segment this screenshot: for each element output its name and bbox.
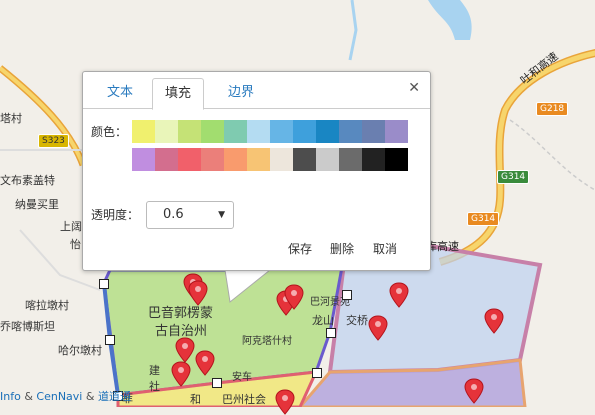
- color-swatch[interactable]: [178, 120, 201, 143]
- color-swatch[interactable]: [247, 120, 270, 143]
- chevron-down-icon: ▼: [218, 210, 225, 220]
- polygon-vertex-handle[interactable]: [342, 290, 352, 300]
- color-swatch[interactable]: [362, 120, 385, 143]
- location-pin-icon[interactable]: [484, 308, 504, 334]
- location-pin-icon[interactable]: [195, 350, 215, 376]
- color-swatch[interactable]: [132, 120, 155, 143]
- attribution-cennavi-link[interactable]: CenNavi: [36, 390, 82, 403]
- color-swatch[interactable]: [339, 148, 362, 171]
- label-jian: 建: [149, 364, 160, 377]
- shield-g314-b: G314: [467, 212, 500, 226]
- label-she: 社: [149, 380, 160, 393]
- color-swatch[interactable]: [385, 120, 408, 143]
- color-swatch[interactable]: [270, 120, 293, 143]
- color-swatch[interactable]: [155, 148, 178, 171]
- color-swatch[interactable]: [224, 120, 247, 143]
- color-swatch[interactable]: [201, 120, 224, 143]
- color-swatch[interactable]: [362, 148, 385, 171]
- color-swatch[interactable]: [178, 148, 201, 171]
- map-attribution: Info & CenNavi & 道道通: [0, 388, 131, 404]
- label-longshan: 龙山: [312, 314, 334, 327]
- color-swatch[interactable]: [247, 148, 270, 171]
- location-pin-icon[interactable]: [275, 389, 295, 415]
- polygon-vertex-handle[interactable]: [326, 328, 336, 338]
- color-swatch[interactable]: [316, 148, 339, 171]
- color-swatch[interactable]: [339, 120, 362, 143]
- location-pin-icon[interactable]: [188, 280, 208, 306]
- popup-pointer: [225, 268, 272, 303]
- label-akota: 阿克塔什村: [242, 336, 292, 347]
- delete-button[interactable]: 删除: [330, 240, 354, 257]
- label-qiaoke: 乔喀博斯坦: [0, 320, 55, 333]
- location-pin-icon[interactable]: [175, 337, 195, 363]
- location-pin-icon[interactable]: [368, 315, 388, 341]
- popup-tab-bar: 文本 填充 边界: [83, 72, 430, 110]
- label-ta-cun: 塔村: [0, 112, 22, 125]
- style-editor-popup: 文本 填充 边界 ✕ 颜色： 透明度： 0.6 ▼ 保存 删除 取消: [82, 71, 431, 271]
- shield-s323: S323: [38, 134, 69, 148]
- location-pin-icon[interactable]: [171, 361, 191, 387]
- cancel-button[interactable]: 取消: [373, 240, 397, 257]
- color-swatch-row-1: [132, 120, 409, 143]
- label-yi: 怡: [70, 238, 81, 251]
- label-bazhou: 巴州社会: [222, 393, 266, 406]
- color-swatch[interactable]: [155, 120, 178, 143]
- label-anzhe: 安车: [232, 372, 252, 383]
- shield-g218: G218: [536, 102, 569, 116]
- polygon-vertex-handle[interactable]: [99, 279, 109, 289]
- location-pin-icon[interactable]: [284, 284, 304, 310]
- location-pin-icon[interactable]: [389, 282, 409, 308]
- label-nayi: 纳曼买里: [15, 198, 59, 211]
- color-swatch[interactable]: [293, 148, 316, 171]
- label-he: 和: [190, 393, 201, 406]
- label-jiaoqiao: 交桥: [346, 314, 368, 327]
- polygon-vertex-handle[interactable]: [312, 368, 322, 378]
- color-label: 颜色：: [91, 125, 128, 139]
- color-swatch[interactable]: [385, 148, 408, 171]
- opacity-select[interactable]: 0.6 ▼: [146, 201, 234, 229]
- color-swatch[interactable]: [316, 120, 339, 143]
- tab-fill[interactable]: 填充: [152, 78, 205, 110]
- polygon-vertex-handle[interactable]: [212, 378, 222, 388]
- tab-text[interactable]: 文本: [95, 78, 145, 109]
- location-pin-icon[interactable]: [464, 378, 484, 404]
- shield-g314-a: G314: [497, 170, 530, 184]
- opacity-value: 0.6: [163, 207, 184, 222]
- color-swatch[interactable]: [270, 148, 293, 171]
- attribution-daodaotong-link[interactable]: 道道通: [98, 390, 131, 403]
- opacity-label: 透明度：: [91, 208, 140, 222]
- tab-border[interactable]: 边界: [216, 78, 266, 109]
- color-swatch-row-2: [132, 148, 409, 171]
- color-swatch[interactable]: [224, 148, 247, 171]
- save-button[interactable]: 保存: [288, 240, 312, 257]
- attribution-separator: &: [20, 390, 37, 403]
- label-kaerdun: 喀拉墩村: [25, 299, 69, 312]
- color-swatch[interactable]: [201, 148, 224, 171]
- color-swatch[interactable]: [132, 148, 155, 171]
- color-swatch[interactable]: [293, 120, 316, 143]
- label-haer: 哈尔墩村: [58, 344, 102, 357]
- label-wenbu: 文布素盖特: [0, 174, 55, 187]
- polygon-vertex-handle[interactable]: [105, 335, 115, 345]
- attribution-info-link[interactable]: Info: [0, 390, 21, 403]
- attribution-separator: &: [82, 390, 98, 403]
- close-icon[interactable]: ✕: [408, 80, 420, 96]
